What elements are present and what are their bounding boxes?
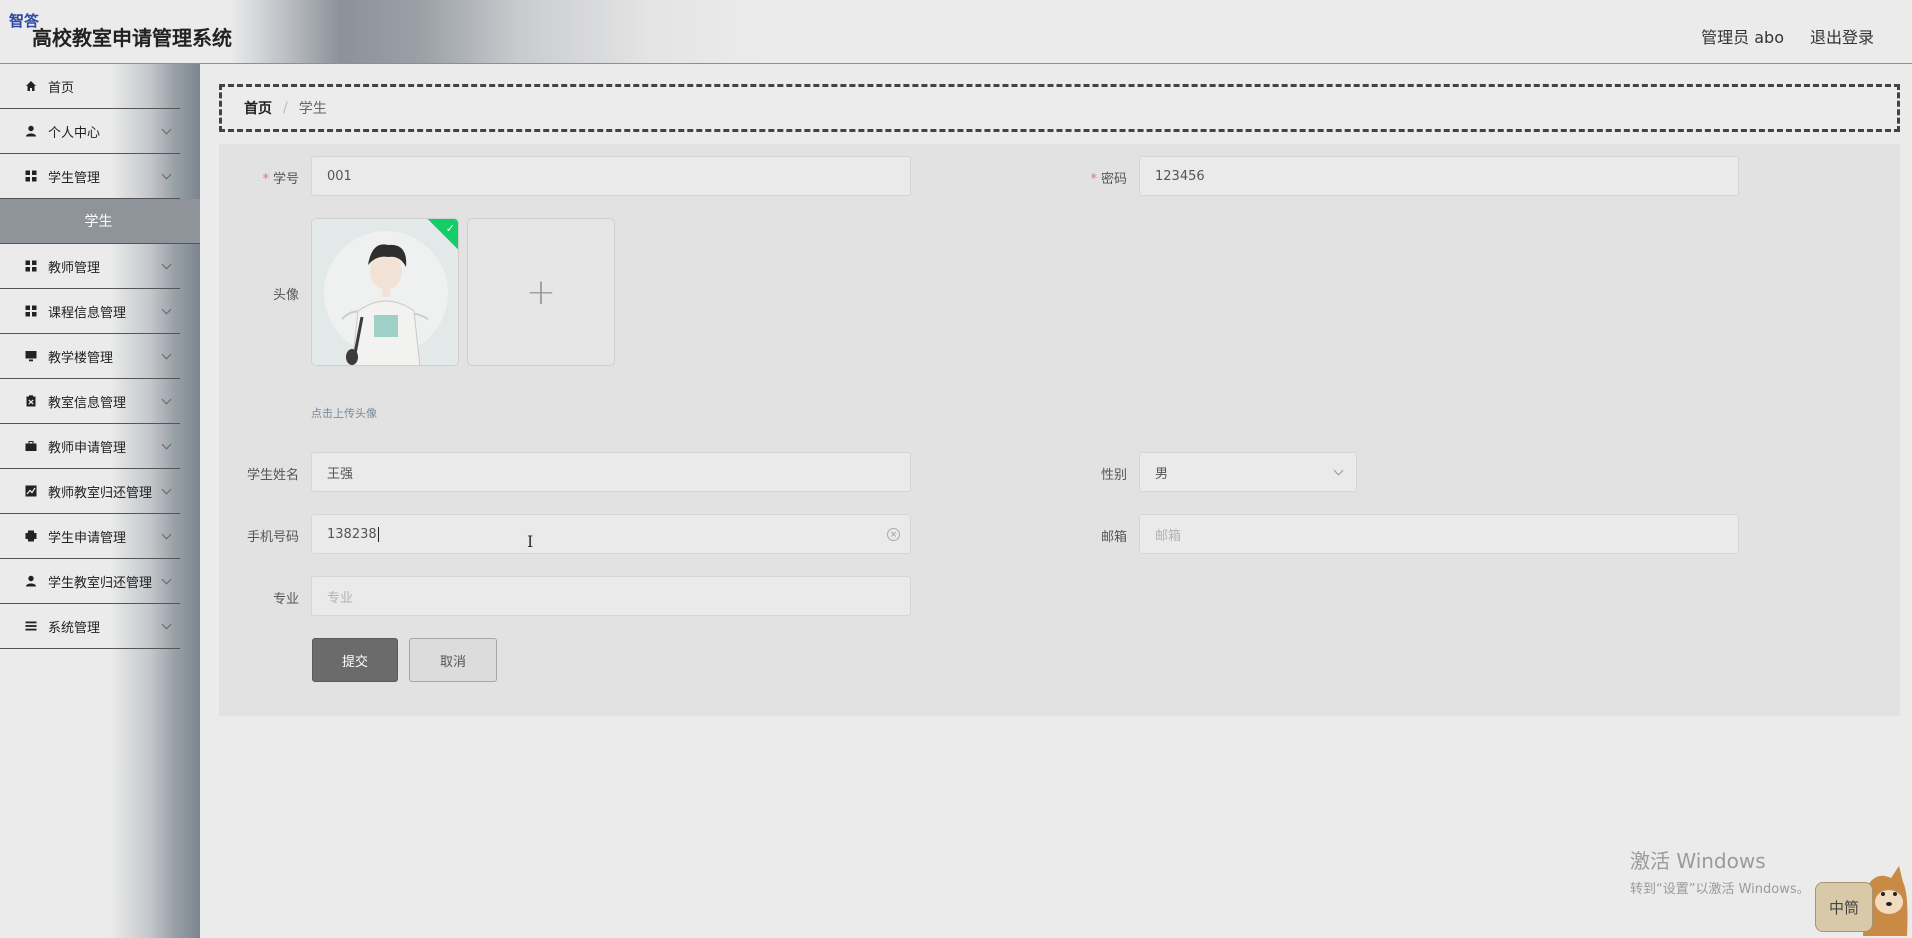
avatar-upload-button[interactable]: +: [467, 218, 615, 366]
student-id-input[interactable]: 001: [311, 156, 911, 196]
sidebar-item-label: 教师申请管理: [48, 440, 127, 456]
breadcrumb-home-link[interactable]: 首页: [244, 98, 272, 118]
grid-icon: [24, 169, 38, 183]
student-name-label: 学生姓名: [246, 468, 299, 483]
major-input[interactable]: 专业: [311, 576, 911, 616]
gender-select[interactable]: 男: [1139, 452, 1357, 492]
app-title: 高校教室申请管理系统: [32, 26, 232, 50]
chevron-down-icon: [161, 574, 172, 585]
mascot-tag: 中筒: [1815, 882, 1873, 932]
sidebar-item-course-mgmt[interactable]: 课程信息管理: [0, 289, 180, 334]
plus-icon: +: [525, 271, 557, 313]
gender-label: 性别: [1100, 468, 1127, 483]
email-input[interactable]: 邮箱: [1139, 514, 1739, 554]
chevron-down-icon: [161, 394, 172, 405]
breadcrumb: 首页 / 学生: [219, 84, 1900, 132]
grid-icon: [24, 304, 38, 318]
user-icon: [24, 574, 38, 588]
phone-input[interactable]: 138238 ×: [311, 514, 911, 554]
avatar-image[interactable]: ✓: [311, 218, 459, 366]
grid-icon: [24, 259, 38, 273]
monitor-icon: [24, 349, 38, 363]
user-icon: [24, 124, 38, 138]
sidebar-item-label: 教室信息管理: [48, 395, 127, 411]
email-label: 邮箱: [1100, 530, 1127, 545]
password-label-text: 密码: [1100, 172, 1127, 187]
chart-icon: [24, 484, 38, 498]
major-label: 专业: [272, 592, 299, 607]
sidebar-item-teacher-mgmt[interactable]: 教师管理: [0, 244, 180, 289]
sidebar-item-label: 课程信息管理: [48, 305, 127, 321]
sidebar: 首页 个人中心 学生管理 学生 教师管理 课程信息管理 教学楼管理 教室信息管理…: [0, 64, 200, 938]
password-label: * 密码: [1047, 168, 1127, 187]
chevron-down-icon: [161, 529, 172, 540]
logout-link[interactable]: 退出登录: [1810, 24, 1874, 48]
avatar-upload-tip: 点击上传头像: [311, 407, 377, 420]
required-marker: *: [1090, 172, 1097, 187]
student-form: * 学号 001 * 密码 123456 头像 ✓ + 点击上传头像 学生姓名 王强…: [219, 144, 1900, 716]
chevron-down-icon: [161, 169, 172, 180]
watermark-subtitle: 转到“设置”以激活 Windows。: [1630, 882, 1810, 897]
top-header: 智答 高校教室申请管理系统 管理员 abo 退出登录: [0, 0, 1912, 64]
chevron-down-icon: [161, 439, 172, 450]
required-marker: *: [262, 172, 269, 187]
text-caret: [377, 526, 379, 542]
breadcrumb-separator: /: [283, 100, 288, 116]
chevron-down-icon: [161, 304, 172, 315]
sidebar-item-label: 个人中心: [48, 125, 101, 141]
chevron-down-icon: [161, 259, 172, 270]
avatar-label: 头像: [272, 288, 299, 303]
student-id-label-text: 学号: [272, 172, 299, 187]
sidebar-item-label: 系统管理: [48, 620, 101, 636]
dog-mascot-widget[interactable]: 中筒: [1813, 860, 1909, 936]
sidebar-item-system-mgmt[interactable]: 系统管理: [0, 604, 180, 649]
text-cursor-icon: I: [527, 532, 534, 551]
sidebar-subitem-student[interactable]: 学生: [0, 199, 200, 244]
sidebar-subitem-label: 学生: [84, 214, 113, 230]
sidebar-item-teacher-return[interactable]: 教师教室归还管理: [0, 469, 180, 514]
home-icon: [24, 79, 38, 93]
avatar-illustration: [312, 219, 458, 365]
clipboard-icon: [24, 394, 38, 408]
watermark-title: 激活 Windows: [1630, 849, 1766, 873]
phone-input-value: 138238: [327, 526, 377, 542]
sidebar-item-profile[interactable]: 个人中心: [0, 109, 180, 154]
sidebar-item-label: 学生申请管理: [48, 530, 127, 546]
breadcrumb-current: 学生: [298, 101, 327, 117]
gender-select-value: 男: [1155, 466, 1169, 482]
sidebar-item-student-return[interactable]: 学生教室归还管理: [0, 559, 180, 604]
printer-icon: [24, 529, 38, 543]
chevron-down-icon: [1333, 465, 1344, 476]
chevron-down-icon: [161, 349, 172, 360]
windows-activation-watermark: 激活 Windows 转到“设置”以激活 Windows。: [1630, 845, 1810, 897]
sidebar-item-student-mgmt[interactable]: 学生管理: [0, 154, 180, 199]
check-icon: ✓: [445, 222, 455, 235]
submit-button[interactable]: 提交: [312, 638, 398, 682]
sidebar-item-student-apply[interactable]: 学生申请管理: [0, 514, 180, 559]
list-icon: [24, 619, 38, 633]
student-name-input[interactable]: 王强: [311, 452, 911, 492]
sidebar-item-label: 教师教室归还管理: [48, 485, 153, 501]
sidebar-item-teacher-apply[interactable]: 教师申请管理: [0, 424, 180, 469]
briefcase-icon: [24, 439, 38, 453]
chevron-down-icon: [161, 124, 172, 135]
password-input[interactable]: 123456: [1139, 156, 1739, 196]
student-id-label: * 学号: [219, 168, 299, 187]
chevron-down-icon: [161, 484, 172, 495]
sidebar-item-building-mgmt[interactable]: 教学楼管理: [0, 334, 180, 379]
sidebar-item-home[interactable]: 首页: [0, 64, 180, 109]
sidebar-item-label: 首页: [48, 80, 75, 96]
sidebar-item-label: 教学楼管理: [48, 350, 114, 366]
cancel-button[interactable]: 取消: [409, 638, 497, 682]
sidebar-item-label: 学生管理: [48, 170, 101, 186]
current-user: 管理员 abo: [1701, 28, 1784, 47]
sidebar-item-classroom-mgmt[interactable]: 教室信息管理: [0, 379, 180, 424]
chevron-down-icon: [161, 619, 172, 630]
clear-icon[interactable]: ×: [887, 528, 900, 541]
phone-label: 手机号码: [246, 530, 299, 545]
sidebar-item-label: 学生教室归还管理: [48, 575, 153, 591]
sidebar-item-label: 教师管理: [48, 260, 101, 276]
